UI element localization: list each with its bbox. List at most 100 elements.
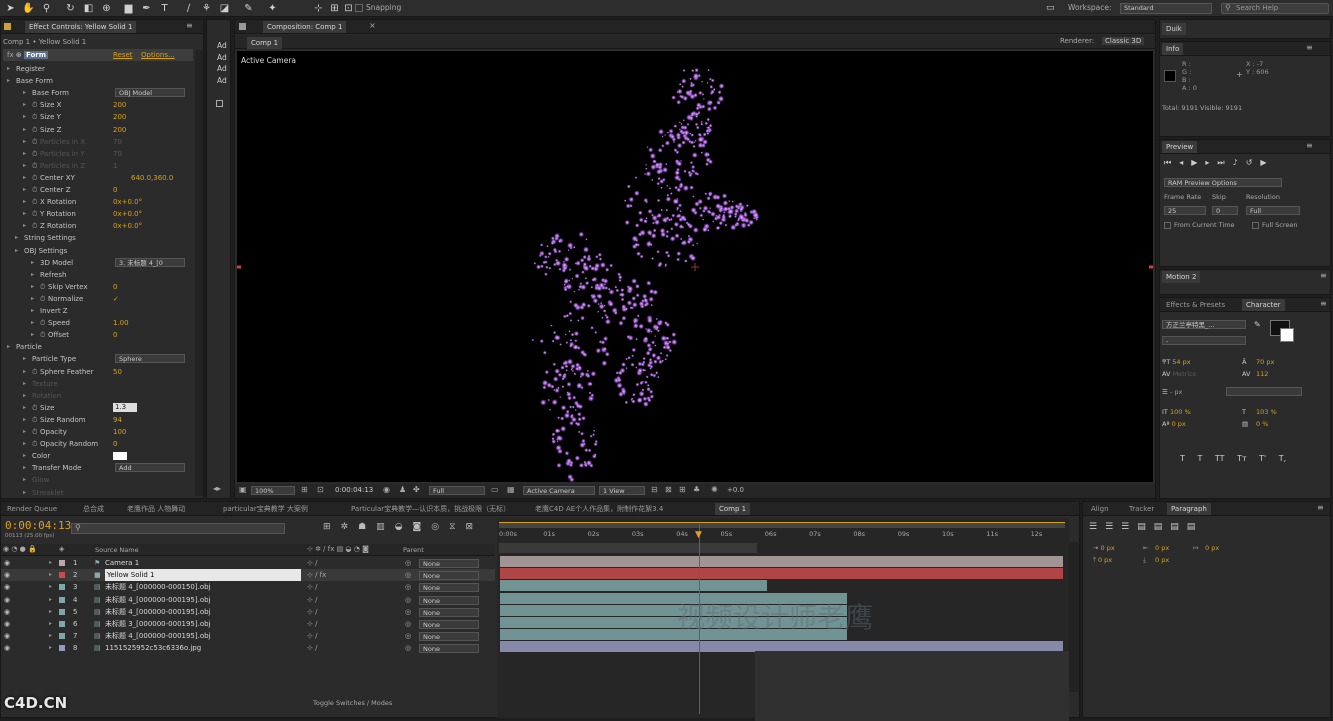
effect-property-row[interactable]: ▸ String Settings xyxy=(1,232,195,244)
stopwatch-icon[interactable]: ⏱ xyxy=(32,111,37,123)
expand-triangle-icon[interactable]: ▸ xyxy=(23,172,26,184)
stopwatch-icon[interactable]: ⏱ xyxy=(32,160,37,172)
effect-property-row[interactable]: ▸ Texture xyxy=(1,378,195,390)
vertical-scale-value[interactable]: 100 % xyxy=(1170,408,1191,416)
parent-pickwhip-icon[interactable]: ◎ xyxy=(405,581,411,593)
stopwatch-icon[interactable]: ⏱ xyxy=(40,329,45,341)
effect-property-row[interactable]: ▸ Streaklet xyxy=(1,487,195,499)
layer-label-color[interactable] xyxy=(59,645,65,652)
auto-keyframe-icon[interactable]: ⧖ xyxy=(449,522,465,532)
channel-icon[interactable]: ✤ xyxy=(413,485,420,494)
side-label[interactable]: Ad xyxy=(217,75,227,87)
visibility-eye-icon[interactable]: ◉ xyxy=(4,594,10,606)
shy-layers-icon[interactable]: ☗ xyxy=(358,522,376,532)
effect-toggle-icon[interactable]: ⊛ xyxy=(16,51,22,59)
side-label[interactable]: Ad xyxy=(217,52,227,64)
fast-preview-icon[interactable]: ⊠ xyxy=(665,485,672,494)
superscript-button[interactable]: T' xyxy=(1259,454,1266,463)
effect-property-row[interactable]: ▸ ⏱ Size Random 94 xyxy=(1,414,195,426)
parent-pickwhip-icon[interactable]: ◎ xyxy=(405,557,411,569)
effect-property-row[interactable]: ▸ ⏱ Size Z 200 xyxy=(1,124,195,136)
effect-property-row[interactable]: ▸ ⏱ Skip Vertex 0 xyxy=(1,281,195,293)
reset-link[interactable]: Reset xyxy=(113,49,133,61)
layer-row[interactable]: ◉ ▸ 6 ▤ 未标题 3_[000000-000195].obj ⊹ ∕ ◎ None xyxy=(1,618,495,630)
close-tab-icon[interactable]: × xyxy=(369,21,376,30)
expand-triangle-icon[interactable]: ▸ xyxy=(23,208,26,220)
view-layout-dropdown[interactable]: 1 View xyxy=(599,486,645,495)
expand-triangle-icon[interactable]: ▸ xyxy=(23,196,26,208)
play-icon[interactable]: ▶ xyxy=(1191,158,1205,167)
layer-expand-icon[interactable]: ▸ xyxy=(49,642,52,654)
zoom-tool-icon[interactable]: ⚲ xyxy=(40,2,53,15)
layer-row[interactable]: ◉ ▸ 8 ▤ 1151525952c53c6336o.jpg ⊹ ∕ ◎ None xyxy=(1,642,495,654)
timeline-search-input[interactable] xyxy=(71,523,285,534)
layer-expand-icon[interactable]: ▸ xyxy=(49,557,52,569)
tab-align[interactable]: Align xyxy=(1087,503,1113,515)
stopwatch-icon[interactable]: ⏱ xyxy=(40,281,45,293)
font-style-dropdown[interactable]: - xyxy=(1162,336,1246,345)
layer-label-color[interactable] xyxy=(59,596,65,603)
effect-property-value[interactable]: 100 xyxy=(113,426,126,438)
effect-property-row[interactable]: ▸ Particle Type Sphere xyxy=(1,353,195,365)
layer-label-color[interactable] xyxy=(59,560,65,566)
color-swatch[interactable] xyxy=(113,452,127,461)
justify-last-center-icon[interactable]: ▤ xyxy=(1154,522,1171,532)
layer-name[interactable]: Yellow Solid 1 xyxy=(105,569,301,582)
frame-blending-icon[interactable]: ▥ xyxy=(376,522,395,532)
effect-property-value[interactable]: 0x+0.0° xyxy=(113,220,142,232)
stopwatch-icon[interactable]: ⏱ xyxy=(32,172,37,184)
show-snapshot-icon[interactable]: ♟ xyxy=(399,485,406,494)
rectangle-tool-icon[interactable]: ▆ xyxy=(122,2,135,15)
effect-property-dropdown[interactable]: OBJ Model xyxy=(115,88,185,98)
effect-property-value[interactable]: 70 xyxy=(113,136,122,148)
effect-property-dropdown[interactable]: Sphere xyxy=(115,354,185,364)
playhead-marker-icon[interactable]: ▼ xyxy=(695,530,702,540)
tab-motion-2[interactable]: Motion 2 xyxy=(1162,271,1201,283)
tab-effect-controls[interactable]: Effect Controls: Yellow Solid 1 xyxy=(25,21,137,33)
layer-label-color[interactable] xyxy=(59,633,65,640)
layer-expand-icon[interactable]: ▸ xyxy=(49,581,52,593)
snapping-checkbox[interactable] xyxy=(355,4,363,12)
eyedropper-icon[interactable]: ✎ xyxy=(1254,320,1261,329)
effect-property-row[interactable]: ▸ ⏱ Size 1.3 xyxy=(1,402,195,414)
stopwatch-icon[interactable]: ⏱ xyxy=(32,426,37,438)
visibility-eye-icon[interactable]: ◉ xyxy=(4,618,10,630)
align-left-icon[interactable]: ☰ xyxy=(1089,522,1105,532)
stopwatch-icon[interactable]: ⏱ xyxy=(32,124,37,136)
effect-property-dropdown[interactable]: 3. 未标题 4_[0 xyxy=(115,257,185,267)
effect-property-value[interactable]: 0x+0.0° xyxy=(113,196,142,208)
camera-tool-icon[interactable]: ◧ xyxy=(82,2,95,15)
timeline-tab[interactable]: 老鹰C4D AE个人作品集，附制作花絮3.4 xyxy=(531,503,667,515)
expand-triangle-icon[interactable]: ▸ xyxy=(7,63,10,75)
tab-tracker[interactable]: Tracker xyxy=(1125,503,1158,515)
parent-pickwhip-icon[interactable]: ◎ xyxy=(405,594,411,606)
expand-triangle-icon[interactable]: ▸ xyxy=(31,269,34,281)
layer-name[interactable]: 1151525952c53c6336o.jpg xyxy=(105,642,201,654)
parent-pickwhip-icon[interactable]: ◎ xyxy=(405,642,411,654)
effect-property-row[interactable]: ▸ ⏱ Size X 200 xyxy=(1,99,195,111)
stroke-type-dropdown[interactable] xyxy=(1226,387,1302,396)
effect-property-row[interactable]: ▸ ⏱ Opacity 100 xyxy=(1,426,195,438)
faux-italic-button[interactable]: T xyxy=(1197,454,1202,463)
effect-property-row[interactable]: ▸ ⏱ X Rotation 0x+0.0° xyxy=(1,196,195,208)
ram-preview-dropdown[interactable]: RAM Preview Options xyxy=(1164,178,1282,187)
effect-property-row[interactable]: ▸ ⏱ Opacity Random 0 xyxy=(1,438,195,450)
layer-duration-bar[interactable] xyxy=(500,580,767,592)
expand-triangle-icon[interactable]: ▸ xyxy=(31,257,34,269)
comp-lock-icon[interactable] xyxy=(239,23,246,30)
selection-tool-icon[interactable]: ➤ xyxy=(4,2,17,15)
tab-character[interactable]: Character xyxy=(1242,299,1285,311)
effect-property-row[interactable]: ▸ ⏱ Size Y 200 xyxy=(1,111,195,123)
view-axis-icon[interactable]: ⊡ xyxy=(342,2,355,15)
effect-property-row[interactable]: ▸ Invert Z xyxy=(1,305,195,317)
from-current-checkbox[interactable] xyxy=(1164,222,1171,229)
tsume-value[interactable]: 0 % xyxy=(1256,418,1268,430)
space-before-value[interactable]: 0 px xyxy=(1098,556,1112,564)
effect-property-row[interactable]: ▸ ⏱ Particles in X 70 xyxy=(1,136,195,148)
expand-triangle-icon[interactable]: ▸ xyxy=(23,438,26,450)
expand-triangle-icon[interactable]: ▸ xyxy=(15,245,18,257)
tab-preview[interactable]: Preview xyxy=(1162,141,1198,153)
effect-property-row[interactable]: ▸ ⏱ Center Z 0 xyxy=(1,184,195,196)
expand-triangle-icon[interactable]: ▸ xyxy=(23,450,26,462)
expand-arrows-icon[interactable]: ◂▸ xyxy=(213,484,221,493)
